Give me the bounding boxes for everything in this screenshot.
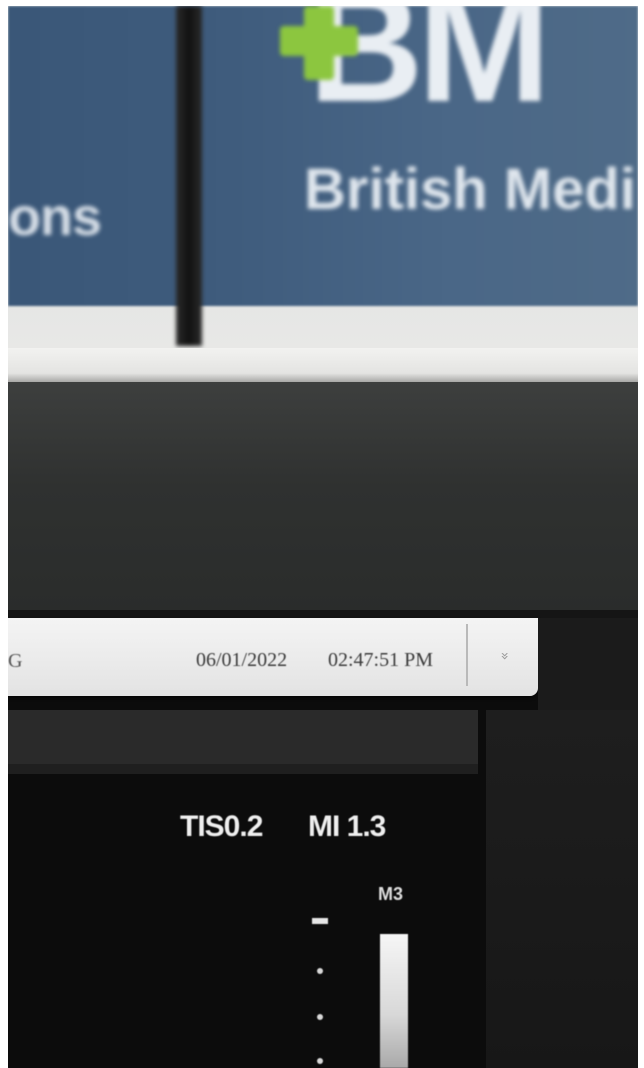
- status-bar-right-area: [538, 618, 638, 718]
- depth-scale-dot: [317, 1058, 323, 1064]
- status-bar-divider: [466, 624, 468, 686]
- status-bar-left-text: G: [8, 650, 23, 672]
- background-pole: [176, 6, 202, 346]
- tis-readout: TIS0.2: [180, 810, 263, 843]
- monitor-photo: ons BM British Medi G 06/01/2022 02:47:5…: [8, 6, 638, 1068]
- grayscale-bar: [380, 934, 408, 1068]
- depth-scale-dot: [317, 968, 323, 974]
- info-bar: [8, 710, 478, 770]
- banner-left-text: ons: [8, 187, 102, 247]
- depth-scale-top-tick: [312, 918, 328, 924]
- logo-cross-icon: [280, 6, 360, 86]
- monitor-bezel: [8, 382, 638, 614]
- logo-subtitle: British Medi: [304, 157, 636, 222]
- probe-label: M3: [378, 884, 404, 904]
- info-bar-shadow: [8, 764, 478, 774]
- chevron-double-down-icon: »: [495, 651, 512, 661]
- right-side-panel: [486, 710, 638, 1068]
- time-display: 02:47:51 PM: [328, 649, 434, 671]
- depth-scale-dot: [317, 1014, 323, 1020]
- monitor-bezel-edge: [8, 348, 638, 384]
- date-display: 06/01/2022: [196, 649, 288, 671]
- expand-button[interactable]: »: [480, 632, 528, 680]
- mi-readout: MI 1.3: [308, 810, 386, 843]
